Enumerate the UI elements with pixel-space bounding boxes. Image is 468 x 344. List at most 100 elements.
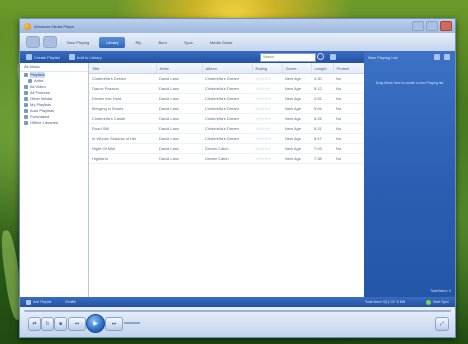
list-options-icon[interactable] <box>434 54 440 60</box>
next-button[interactable]: ⏭ <box>105 317 123 331</box>
table-row[interactable]: Road Still David Lanz Cinderella's Dream ☆☆… <box>89 123 364 134</box>
table-cell: David Lanz <box>156 93 202 104</box>
add-to-library-label: Add to Library <box>76 54 102 60</box>
table-cell: Dance Passion <box>89 83 156 94</box>
table-row[interactable]: In Whose Shadow of Her David Lanz Cinderel… <box>89 133 364 144</box>
previous-button[interactable]: ⏮ <box>68 317 86 331</box>
column-header[interactable]: Album <box>202 63 253 74</box>
column-header[interactable]: Genre <box>282 63 312 74</box>
repeat-button[interactable]: ↻ <box>41 317 54 331</box>
close-button[interactable] <box>440 21 452 31</box>
nav-item[interactable]: Offline Libraries <box>20 120 88 126</box>
table-cell: Dream Into Hold <box>89 93 156 104</box>
seek-bar[interactable] <box>24 310 451 312</box>
table-cell: 4:30 <box>311 73 333 84</box>
switch-to-now-playing-button[interactable]: ⤢ <box>435 317 449 331</box>
nav-item-label: Offline Libraries <box>30 120 58 125</box>
tab-now-playing[interactable]: Now Playing <box>60 37 96 48</box>
add-playlist-label: Add Playlist <box>33 300 52 304</box>
shuffle-button[interactable]: ⇄ <box>28 317 41 331</box>
add-icon <box>68 54 75 60</box>
tab-sync[interactable]: Sync <box>177 37 200 48</box>
maximize-button[interactable] <box>426 21 438 31</box>
column-header[interactable]: Rating <box>252 63 283 74</box>
tab-library[interactable]: Library <box>99 36 126 48</box>
table-cell: 6:47 <box>311 133 333 144</box>
table-cell: Cinderella's Dream <box>202 83 252 94</box>
window-title: Windows Media Player <box>34 23 75 29</box>
table-cell: 4:52 <box>311 93 333 104</box>
list-pane-title[interactable]: New Playing List <box>368 55 398 60</box>
table-cell: New Age <box>282 83 311 94</box>
play-button[interactable]: ▶ <box>86 314 105 333</box>
forward-button[interactable] <box>43 36 57 48</box>
tab-media-guide[interactable]: Media Guide <box>203 37 240 48</box>
table-cell: 6:25 <box>311 113 333 124</box>
table-cell: No <box>333 153 364 164</box>
table-row[interactable]: Dream Into Hold David Lanz Cinderella's Dr… <box>89 93 364 104</box>
table-cell: Highland <box>89 153 156 164</box>
table-cell: 7:38 <box>311 153 333 164</box>
table-cell: Dream Catch <box>202 153 252 164</box>
shuffle-icon: ⇄ <box>32 321 37 327</box>
table-cell: Cinderella's Dream <box>202 133 252 144</box>
create-playlist-label: Create Playlist <box>34 54 60 60</box>
volume-slider[interactable] <box>124 322 140 324</box>
table-cell: New Age <box>282 143 311 154</box>
table-row[interactable]: Highland David Lanz Dream Catch ☆☆☆☆☆ New Ag… <box>89 153 364 164</box>
table-row[interactable]: Dance Passion David Lanz Cinderella's Drea… <box>89 83 364 94</box>
tab-burn[interactable]: Burn <box>151 37 173 48</box>
table-cell: David Lanz <box>156 73 202 84</box>
nav-item-icon <box>24 103 28 107</box>
table-cell: David Lanz <box>156 113 202 124</box>
add-to-library-button[interactable]: Add to Library <box>68 54 102 60</box>
view-options-icon[interactable] <box>330 54 336 60</box>
table-cell: In Whose Shadow of Her <box>89 133 156 144</box>
column-header[interactable]: Length <box>311 63 334 74</box>
table-cell: Bringing in Roses <box>89 103 156 114</box>
back-button[interactable] <box>26 36 40 48</box>
table-cell: 7:03 <box>311 143 333 154</box>
stop-button[interactable]: ■ <box>54 317 67 331</box>
nav-item-icon <box>24 97 28 101</box>
status-bar: Add Playlist Shuffle Total Items 9(1) 10… <box>20 297 455 307</box>
table-cell: David Lanz <box>156 83 202 94</box>
repeat-icon: ↻ <box>45 321 50 327</box>
table-cell: David Lanz <box>156 153 202 164</box>
table-cell: New Age <box>282 73 311 84</box>
table-cell: No <box>333 123 364 134</box>
media-player-window: Windows Media Player Now Playing Library… <box>19 18 456 338</box>
table-cell: ☆☆☆☆☆ <box>252 113 282 124</box>
table-cell: Cinderella's Dream <box>202 103 252 114</box>
table-cell: New Age <box>282 123 311 134</box>
close-pane-icon[interactable] <box>444 54 450 60</box>
column-header[interactable]: Title <box>89 63 157 74</box>
tab-rip[interactable]: Rip <box>128 37 148 48</box>
media-player-icon <box>24 22 31 30</box>
nav-item-icon <box>24 91 28 95</box>
table-cell: ☆☆☆☆☆ <box>252 153 282 164</box>
column-header[interactable]: Artist <box>156 63 203 74</box>
playback-controls: ⇄ ↻ ■ ⏮ ▶ ⏭ ⤢ <box>20 307 455 337</box>
minimize-button[interactable] <box>412 21 424 31</box>
table-cell: New Age <box>282 153 311 164</box>
start-sync-label: Start Sync <box>432 300 449 304</box>
create-playlist-button[interactable]: Create Playlist <box>26 54 60 60</box>
stop-icon: ■ <box>58 321 63 327</box>
table-row[interactable]: Bringing in Roses David Lanz Cinderella's … <box>89 103 364 114</box>
column-header[interactable]: Protect <box>333 63 365 74</box>
table-cell: ☆☆☆☆☆ <box>252 103 282 114</box>
table-cell: Cinderella's Castle <box>89 113 156 124</box>
start-sync-button[interactable]: Start Sync <box>425 299 449 305</box>
search-input[interactable]: Search <box>260 53 316 62</box>
search-icon[interactable] <box>317 53 324 60</box>
track-table: Title Artist Album Rating Genre Length Protect… <box>89 63 365 164</box>
add-playlist-button[interactable]: Add Playlist <box>26 299 52 305</box>
table-row[interactable]: Night Of Mist David Lanz Dream Catch ☆☆☆☆☆ N… <box>89 143 364 154</box>
nav-item-icon <box>24 85 28 89</box>
table-cell: David Lanz <box>156 123 202 134</box>
table-row[interactable]: Cinderella's Dream David Lanz Cinderella's… <box>89 73 364 84</box>
list-pane-message: Drag items here to create a new Playing … <box>375 81 445 85</box>
nav-item-icon <box>24 121 28 125</box>
table-row[interactable]: Cinderella's Castle David Lanz Cinderella'… <box>89 113 364 124</box>
